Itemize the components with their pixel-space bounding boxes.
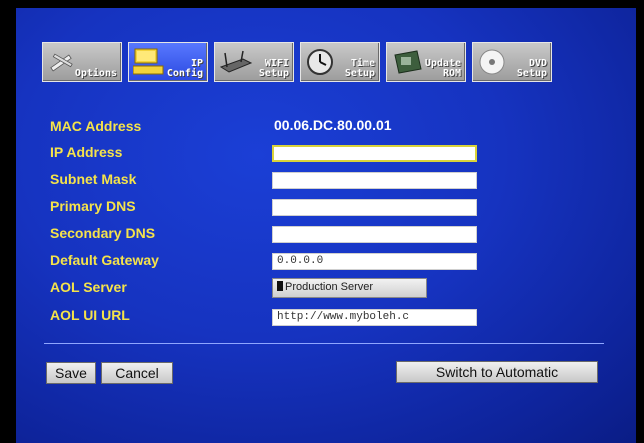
save-button[interactable]: Save bbox=[46, 362, 96, 384]
ip-address-field[interactable] bbox=[272, 145, 477, 162]
tab-label: Options bbox=[74, 68, 117, 79]
ip-address-label: IP Address bbox=[50, 144, 123, 160]
chip-icon bbox=[394, 50, 422, 74]
screen-border-left bbox=[0, 0, 16, 443]
secondary-dns-field[interactable] bbox=[272, 226, 477, 243]
aol-server-select[interactable]: Production Server bbox=[272, 278, 427, 298]
tab-dvd-setup[interactable]: DVD Setup bbox=[472, 42, 552, 82]
tab-wifi-setup[interactable]: WIFI Setup bbox=[214, 42, 294, 82]
secondary-dns-label: Secondary DNS bbox=[50, 225, 156, 241]
tab-label: Update ROM bbox=[424, 58, 461, 79]
tab-update-rom[interactable]: Update ROM bbox=[386, 42, 466, 82]
screen-border-top bbox=[0, 0, 644, 8]
screen-border-right bbox=[636, 0, 644, 443]
default-gateway-label: Default Gateway bbox=[50, 252, 159, 268]
aol-ui-url-field[interactable]: http://www.myboleh.c bbox=[272, 309, 477, 326]
computer-icon bbox=[133, 48, 164, 75]
tab-label: WIFI Setup bbox=[258, 58, 289, 79]
aol-ui-url-label: AOL UI URL bbox=[50, 307, 130, 323]
tab-time-setup[interactable]: Time Setup bbox=[300, 42, 380, 82]
tab-ip-config[interactable]: IP Config bbox=[128, 42, 208, 82]
switch-to-automatic-button[interactable]: Switch to Automatic bbox=[396, 361, 598, 383]
tab-label: IP Config bbox=[166, 58, 203, 79]
disc-icon bbox=[479, 49, 505, 75]
aol-server-label: AOL Server bbox=[50, 279, 127, 295]
select-marker-icon bbox=[277, 281, 283, 291]
aol-server-value: Production Server bbox=[285, 281, 374, 293]
tab-label: DVD Setup bbox=[516, 58, 547, 79]
default-gateway-field[interactable]: 0.0.0.0 bbox=[272, 253, 477, 270]
mac-address-value: 00.06.DC.80.00.01 bbox=[274, 117, 392, 133]
divider bbox=[44, 343, 604, 344]
primary-dns-label: Primary DNS bbox=[50, 198, 136, 214]
mac-address-label: MAC Address bbox=[50, 118, 142, 134]
subnet-mask-field[interactable] bbox=[272, 172, 477, 189]
tab-label: Time Setup bbox=[344, 58, 375, 79]
router-icon bbox=[219, 50, 253, 73]
subnet-mask-label: Subnet Mask bbox=[50, 171, 137, 187]
primary-dns-field[interactable] bbox=[272, 199, 477, 216]
tab-options[interactable]: Options bbox=[42, 42, 122, 82]
clock-icon bbox=[307, 49, 333, 75]
cancel-button[interactable]: Cancel bbox=[101, 362, 173, 384]
